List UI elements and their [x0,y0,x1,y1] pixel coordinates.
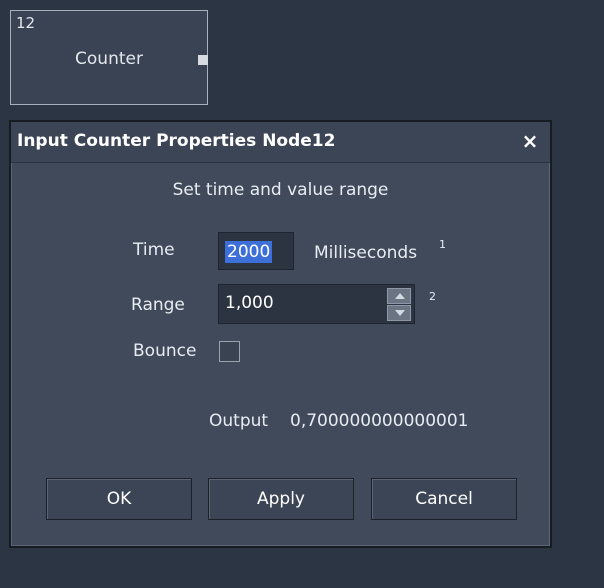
time-label: Time [133,240,175,260]
output-label: Output [209,411,269,431]
time-unit-label: Milliseconds [314,243,418,263]
bounce-label: Bounce [133,341,197,361]
counter-node[interactable]: 12 Counter [10,10,208,105]
range-input-value: 1,000 [225,293,274,313]
range-spin-input[interactable]: 1,000 [218,284,415,324]
properties-dialog: Input Counter Properties Node12 × Set ti… [9,120,552,548]
dialog-subtitle: Set time and value range [172,180,389,200]
output-port-handle[interactable] [198,55,208,65]
time-footnote-marker: 1 [439,238,446,251]
dialog-titlebar[interactable]: Input Counter Properties Node12 × [11,122,550,163]
cancel-button[interactable]: Cancel [371,478,517,520]
range-footnote-marker: 2 [429,290,436,303]
time-input-value: 2000 [225,241,273,263]
output-value: 0,700000000000001 [290,411,469,431]
close-icon[interactable]: × [520,130,540,152]
ok-button[interactable]: OK [46,478,192,520]
bounce-checkbox[interactable] [219,341,240,362]
spin-down-icon[interactable] [387,305,411,321]
dialog-title: Input Counter Properties Node12 [17,131,336,151]
time-input[interactable]: 2000 [218,232,294,270]
node-id-label: 12 [16,14,36,32]
spin-up-icon[interactable] [387,288,411,304]
node-title: Counter [75,49,143,69]
apply-button[interactable]: Apply [208,478,354,520]
range-label: Range [131,295,185,315]
